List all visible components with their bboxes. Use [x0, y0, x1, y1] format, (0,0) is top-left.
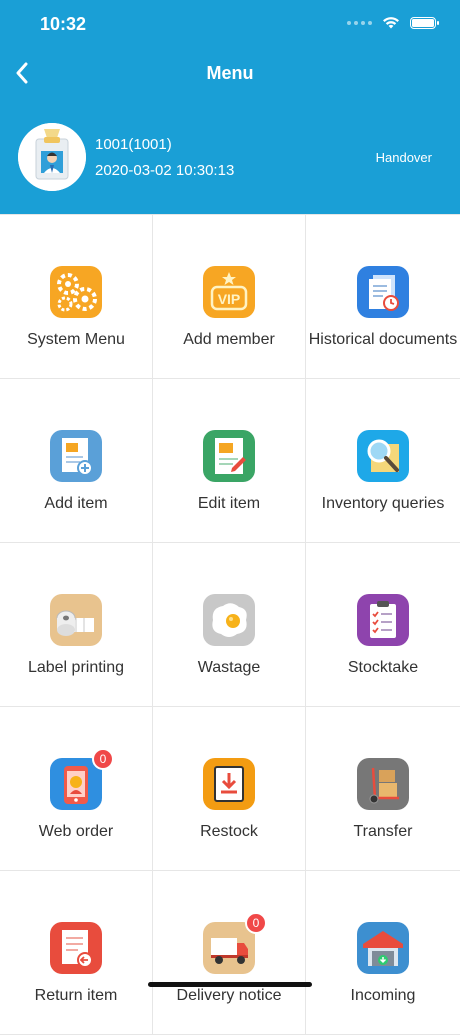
login-time: 2020-03-02 10:30:13 — [95, 162, 235, 179]
menu-label: Transfer — [353, 823, 413, 840]
magnifier-icon — [357, 430, 409, 482]
menu-restock[interactable]: Restock — [153, 707, 306, 871]
menu-label: System Menu — [27, 331, 125, 348]
fried-egg-icon — [203, 594, 255, 646]
warehouse-icon — [357, 922, 409, 974]
menu-wastage[interactable]: Wastage — [153, 543, 306, 707]
handover-button[interactable]: Handover — [376, 150, 432, 165]
signal-icon — [347, 20, 372, 25]
menu-label: Return item — [34, 987, 118, 1004]
menu-label: Wastage — [197, 659, 261, 676]
wifi-icon — [383, 17, 399, 29]
menu-stocktake[interactable]: Stocktake — [306, 543, 460, 707]
menu-grid: System Menu VIP Add member Historical do… — [0, 214, 460, 1035]
avatar — [18, 123, 86, 191]
battery-icon — [410, 16, 439, 29]
menu-label: Incoming — [350, 987, 416, 1004]
clipboard-check-icon — [357, 594, 409, 646]
phone-order-icon: 0 — [50, 748, 114, 810]
menu-add-member[interactable]: VIP Add member — [153, 215, 306, 379]
status-time: 10:32 — [40, 14, 87, 34]
label-roll-icon — [50, 594, 102, 646]
menu-label: Edit item — [197, 495, 261, 512]
status-icons — [347, 16, 439, 29]
delivery-truck-icon: 0 — [203, 912, 267, 974]
menu-inventory-queries[interactable]: Inventory queries — [306, 379, 460, 543]
menu-transfer[interactable]: Transfer — [306, 707, 460, 871]
menu-return-item[interactable]: Return item — [0, 871, 153, 1035]
menu-label: Add item — [44, 495, 108, 512]
app-header: 10:32 Menu 1001(1001) 2020-03-02 10:30:1… — [0, 0, 460, 214]
menu-label: Add member — [183, 331, 275, 348]
menu-web-order[interactable]: 0 Web order — [0, 707, 153, 871]
page-title: Menu — [206, 63, 254, 83]
menu-label: Restock — [200, 823, 258, 840]
delivery-count-badge: 0 — [245, 912, 267, 934]
documents-clock-icon — [357, 266, 409, 318]
download-box-icon — [203, 758, 255, 810]
document-return-icon — [50, 922, 102, 974]
document-add-icon — [50, 430, 102, 482]
order-count-badge: 0 — [92, 748, 114, 770]
menu-incoming[interactable]: Incoming — [306, 871, 460, 1035]
menu-label: Label printing — [27, 659, 125, 676]
home-indicator — [148, 982, 312, 987]
menu-label: Stocktake — [347, 659, 419, 676]
menu-add-item[interactable]: Add item — [0, 379, 153, 543]
document-edit-icon — [203, 430, 255, 482]
menu-historical-documents[interactable]: Historical documents — [306, 215, 460, 379]
menu-delivery-notice[interactable]: 0 Delivery notice — [153, 871, 306, 1035]
menu-system-menu[interactable]: System Menu — [0, 215, 153, 379]
menu-label: Web order — [38, 823, 114, 840]
user-id: 1001(1001) — [95, 136, 172, 153]
menu-label: Inventory queries — [321, 495, 445, 512]
menu-label-printing[interactable]: Label printing — [0, 543, 153, 707]
vip-icon: VIP — [203, 266, 255, 318]
menu-label: Delivery notice — [176, 987, 282, 1004]
menu-edit-item[interactable]: Edit item — [153, 379, 306, 543]
gears-icon — [50, 266, 102, 318]
menu-label: Historical documents — [308, 331, 458, 348]
hand-truck-icon — [357, 758, 409, 810]
svg-text:VIP: VIP — [218, 291, 241, 307]
